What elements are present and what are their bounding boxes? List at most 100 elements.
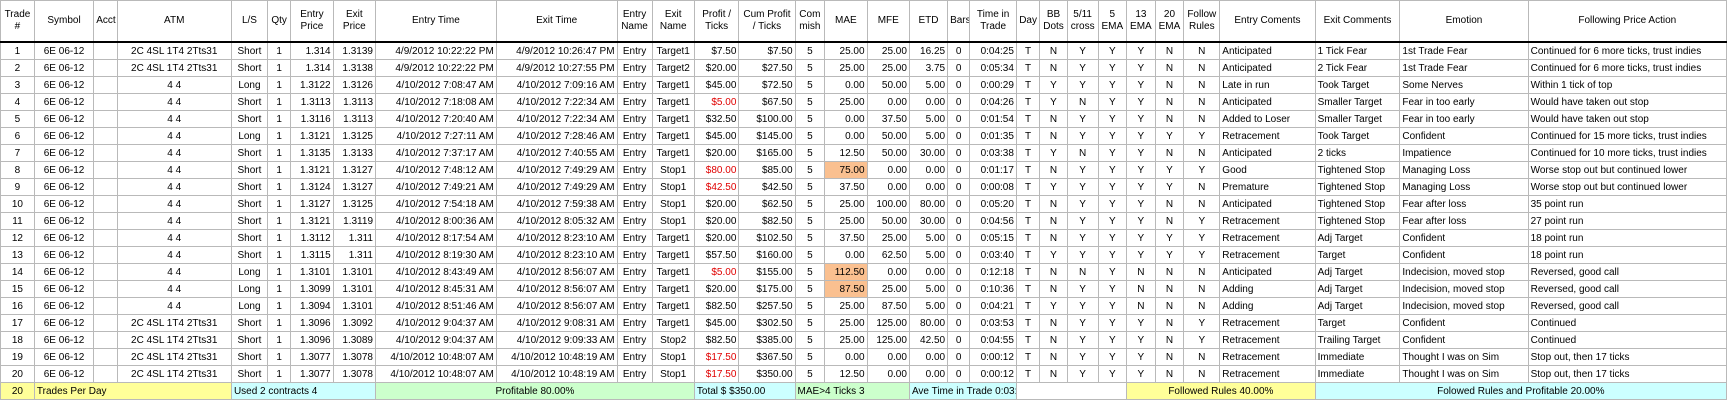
cell-commission[interactable]: 5 — [794, 93, 826, 111]
cell-entry-price[interactable]: 1.3121 — [290, 212, 334, 230]
cell-mfe[interactable]: 0.00 — [866, 93, 910, 111]
cell-bb-dots[interactable]: N — [1039, 110, 1068, 128]
cell-bars[interactable]: 0 — [947, 195, 971, 213]
cell-etd[interactable]: 30.00 — [908, 212, 949, 230]
cell-exit-comments[interactable]: Target — [1314, 246, 1401, 264]
cell-follow-rules[interactable]: N — [1183, 263, 1221, 281]
cell-exit-time[interactable]: 4/10/2012 8:23:10 AM — [495, 246, 618, 264]
cell-atm[interactable]: 4 4 — [116, 144, 232, 162]
cell-entry-comments[interactable]: Anticipated — [1219, 144, 1316, 162]
cell-cum-profit[interactable]: $350.00 — [738, 365, 796, 383]
cell-quantity[interactable]: 1 — [266, 348, 292, 366]
cell-entry-name[interactable]: Entry — [616, 297, 653, 315]
cell-day[interactable]: T — [1015, 110, 1041, 128]
cell-exit-price[interactable]: 1.3127 — [332, 178, 377, 196]
cell-follow-rules[interactable]: N — [1183, 93, 1221, 111]
cell-exit-name[interactable]: Stop1 — [651, 212, 695, 230]
cell-etd[interactable]: 5.00 — [908, 229, 949, 247]
cell-emotion[interactable]: Managing Loss — [1399, 178, 1529, 196]
cell-exit-name[interactable]: Stop1 — [651, 195, 695, 213]
cell-entry-price[interactable]: 1.3077 — [290, 348, 334, 366]
cell-atm[interactable]: 4 4 — [116, 195, 232, 213]
cell-exit-name[interactable]: Stop1 — [651, 161, 695, 179]
cell-quantity[interactable]: 1 — [266, 127, 292, 145]
cell-time-in-trade[interactable]: 0:12:18 — [969, 263, 1017, 281]
cell-mae[interactable]: 0.00 — [824, 127, 868, 145]
cell-bb-dots[interactable]: Y — [1039, 93, 1068, 111]
cell-trade-num[interactable]: 2 — [0, 59, 35, 77]
cell-atm[interactable]: 4 4 — [116, 280, 232, 298]
cell-day[interactable]: T — [1015, 280, 1041, 298]
cell-trade-num[interactable]: 12 — [0, 229, 35, 247]
cell-mfe[interactable]: 50.00 — [866, 212, 910, 230]
cell-quantity[interactable]: 1 — [266, 59, 292, 77]
cell-bb-dots[interactable]: Y — [1039, 246, 1068, 264]
cell-entry-price[interactable]: 1.3135 — [290, 144, 334, 162]
cell-cross-5-11[interactable]: N — [1066, 144, 1099, 162]
cell-follow-rules[interactable]: N — [1183, 41, 1221, 60]
cell-entry-comments[interactable]: Retracement — [1219, 365, 1316, 383]
cell-mae[interactable]: 112.50 — [824, 263, 868, 281]
cell-exit-comments[interactable]: 1 Tick Fear — [1314, 41, 1401, 60]
summary-trades-per-day-label[interactable]: Trades Per Day — [33, 382, 232, 400]
cell-day[interactable]: T — [1015, 314, 1041, 332]
cell-long-short[interactable]: Short — [230, 161, 268, 179]
cell-atm[interactable]: 4 4 — [116, 263, 232, 281]
cell-trade-num[interactable]: 19 — [0, 348, 35, 366]
cell-exit-time[interactable]: 4/10/2012 8:56:07 AM — [495, 297, 618, 315]
cell-time-in-trade[interactable]: 0:04:26 — [969, 93, 1017, 111]
cell-long-short[interactable]: Short — [230, 348, 268, 366]
cell-long-short[interactable]: Long — [230, 127, 268, 145]
header-mfe[interactable]: MFE — [866, 0, 910, 43]
cell-mfe[interactable]: 25.00 — [866, 59, 910, 77]
cell-entry-time[interactable]: 4/10/2012 9:04:37 AM — [375, 314, 497, 332]
cell-atm[interactable]: 4 4 — [116, 127, 232, 145]
cell-mae[interactable]: 37.50 — [824, 229, 868, 247]
cell-ema-13[interactable]: Y — [1126, 144, 1156, 162]
cell-symbol[interactable]: 6E 06-12 — [33, 212, 95, 230]
cell-exit-name[interactable]: Target1 — [651, 246, 695, 264]
cell-symbol[interactable]: 6E 06-12 — [33, 127, 95, 145]
cell-exit-price[interactable]: 1.3092 — [332, 314, 377, 332]
cell-symbol[interactable]: 6E 06-12 — [33, 110, 95, 128]
cell-day[interactable]: T — [1015, 41, 1041, 60]
cell-bars[interactable]: 0 — [947, 59, 971, 77]
cell-cum-profit[interactable]: $100.00 — [738, 110, 796, 128]
cell-follow-rules[interactable]: Y — [1183, 127, 1221, 145]
cell-ema-20[interactable]: N — [1154, 93, 1185, 111]
cell-exit-comments[interactable]: 2 Tick Fear — [1314, 59, 1401, 77]
cell-long-short[interactable]: Short — [230, 195, 268, 213]
cell-ema-5[interactable]: Y — [1097, 127, 1128, 145]
cell-following-price-action[interactable]: Reversed, good call — [1527, 263, 1728, 281]
cell-symbol[interactable]: 6E 06-12 — [33, 246, 95, 264]
cell-mae[interactable]: 25.00 — [824, 297, 868, 315]
header-account[interactable]: Acct — [93, 0, 118, 43]
cell-quantity[interactable]: 1 — [266, 161, 292, 179]
cell-commission[interactable]: 5 — [794, 127, 826, 145]
cell-entry-name[interactable]: Entry — [616, 365, 653, 383]
cell-exit-name[interactable]: Target1 — [651, 41, 695, 60]
cell-ema-20[interactable]: Y — [1154, 127, 1185, 145]
cell-account[interactable] — [93, 161, 118, 179]
cell-following-price-action[interactable]: Continued for 10 more ticks, trust indie… — [1527, 144, 1728, 162]
cell-mae[interactable]: 0.00 — [824, 110, 868, 128]
cell-account[interactable] — [93, 76, 118, 94]
cell-account[interactable] — [93, 110, 118, 128]
cell-ema-13[interactable]: N — [1126, 280, 1156, 298]
cell-time-in-trade[interactable]: 0:04:55 — [969, 331, 1017, 349]
cell-mfe[interactable]: 50.00 — [866, 127, 910, 145]
cell-exit-time[interactable]: 4/10/2012 10:48:19 AM — [495, 365, 618, 383]
cell-bars[interactable]: 0 — [947, 178, 971, 196]
cell-entry-price[interactable]: 1.3096 — [290, 314, 334, 332]
cell-exit-time[interactable]: 4/10/2012 7:22:34 AM — [495, 93, 618, 111]
cell-cross-5-11[interactable]: Y — [1066, 161, 1099, 179]
cell-time-in-trade[interactable]: 0:04:56 — [969, 212, 1017, 230]
cell-bars[interactable]: 0 — [947, 365, 971, 383]
cell-quantity[interactable]: 1 — [266, 280, 292, 298]
cell-bars[interactable]: 0 — [947, 246, 971, 264]
cell-cross-5-11[interactable]: Y — [1066, 178, 1099, 196]
cell-mfe[interactable]: 50.00 — [866, 144, 910, 162]
cell-entry-name[interactable]: Entry — [616, 212, 653, 230]
cell-following-price-action[interactable]: Continued for 6 more ticks, trust indies — [1527, 59, 1728, 77]
cell-ema-5[interactable]: Y — [1097, 93, 1128, 111]
